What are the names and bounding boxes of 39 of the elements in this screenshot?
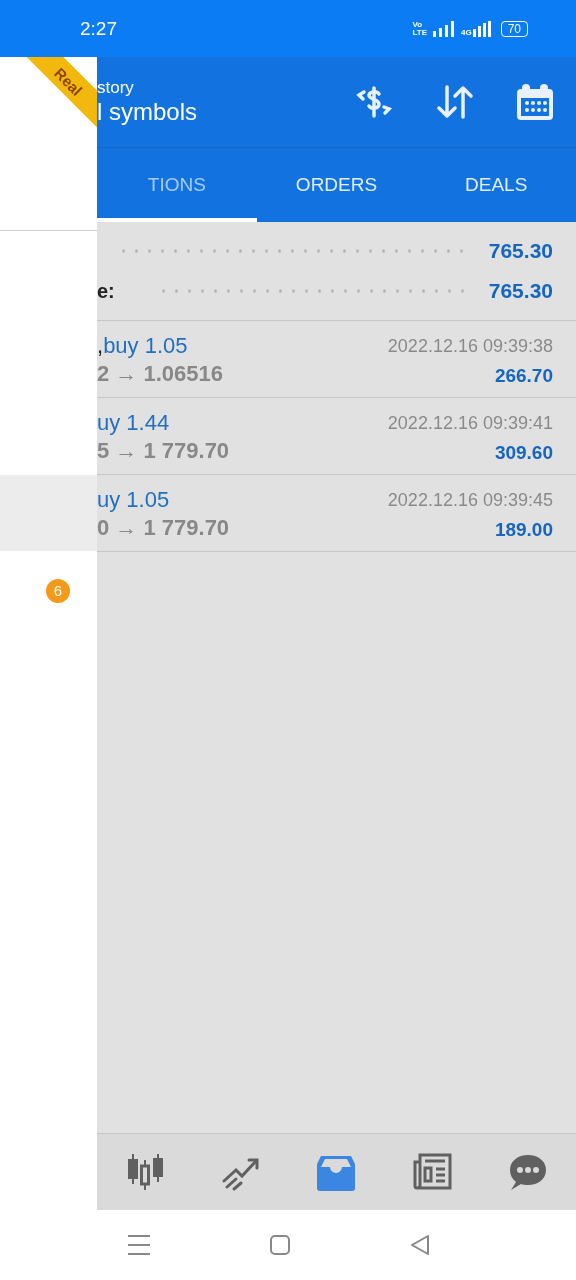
deal-time: 2022.12.16 09:39:45: [387, 490, 553, 511]
tab[interactable]: DEALS: [416, 148, 576, 222]
count-badge: 6: [46, 579, 70, 603]
tab[interactable]: ORDERS: [256, 148, 417, 222]
deal-prices: 0 → 1 779.70: [97, 515, 230, 541]
deal-time: 2022.12.16 09:39:41: [387, 413, 553, 434]
deal-type: uy 1.44: [97, 410, 170, 436]
signal-icon: [432, 20, 455, 37]
deal-profit: 309.60: [494, 442, 553, 464]
deal-type: buy 1.05: [103, 333, 188, 359]
tab[interactable]: TIONS: [97, 148, 257, 222]
battery-level: 70: [500, 20, 528, 37]
back-icon[interactable]: [410, 1234, 430, 1256]
screen-title: l symbols: [97, 98, 199, 126]
signal-icon: [472, 20, 491, 37]
summary-value: 765.30: [488, 279, 553, 303]
clock-time: 2:27: [80, 17, 118, 40]
deal-profit: 189.00: [494, 519, 553, 541]
sort-icon[interactable]: [436, 85, 474, 119]
summary-label: e:: [97, 279, 115, 303]
menu-icon[interactable]: [128, 1234, 150, 1256]
volte-indicator: Vo LTE: [412, 20, 427, 37]
chat-icon[interactable]: [508, 1152, 549, 1192]
screen-subtitle: story: [97, 78, 135, 98]
deal-row[interactable]: ,buy 1.05 2 → 1.06516 2022.12.16 09:39:38 266.70: [97, 321, 576, 398]
newspaper-icon[interactable]: [412, 1152, 453, 1192]
network-type: 4G: [460, 27, 472, 37]
deal-type: uy 1.05: [97, 487, 170, 513]
home-icon[interactable]: [270, 1235, 290, 1255]
deal-time: 2022.12.16 09:39:38: [387, 336, 553, 357]
deal-symbol: ,: [97, 333, 104, 359]
summary-value: 765.30: [488, 239, 553, 263]
deal-prices: 5 → 1 779.70: [97, 438, 230, 464]
deal-prices: 2 → 1.06516: [97, 361, 223, 387]
deal-profit: 266.70: [494, 365, 553, 387]
currency-exchange-icon[interactable]: [354, 84, 394, 120]
deal-row[interactable]: uy 1.44 5 → 1 779.70 2022.12.16 09:39:41 309.60: [97, 398, 576, 475]
deal-row[interactable]: uy 1.05 0 → 1 779.70 2022.12.16 09:39:45 189.00: [97, 475, 576, 552]
calendar-icon[interactable]: [516, 83, 554, 121]
